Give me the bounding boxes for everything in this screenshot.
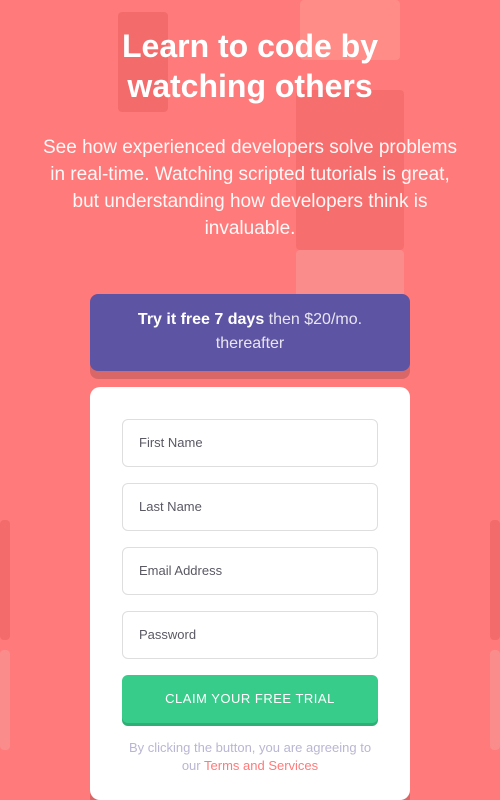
headline-line-2: watching others (127, 68, 373, 104)
page-title: Learn to code by watching others (30, 26, 470, 106)
terms-notice: By clicking the button, you are agreeing… (122, 739, 378, 775)
promo-text: Try it free 7 days then $20/mo. thereaft… (130, 308, 370, 356)
trial-promo-banner: Try it free 7 days then $20/mo. thereaft… (90, 294, 410, 371)
promo-strong-text: Try it free 7 days (137, 311, 265, 329)
main-content: Learn to code by watching others See how… (0, 0, 500, 800)
headline-line-1: Learn to code by (121, 28, 379, 64)
terms-link[interactable]: Terms and Services (204, 758, 318, 773)
signup-form: CLAIM YOUR FREE TRIAL By clicking the bu… (90, 386, 410, 800)
last-name-field[interactable] (122, 482, 378, 531)
page-description: See how experienced developers solve pro… (42, 137, 458, 239)
claim-free-trial-button[interactable]: CLAIM YOUR FREE TRIAL (122, 674, 378, 723)
first-name-field[interactable] (122, 418, 378, 467)
password-field[interactable] (122, 610, 378, 659)
email-field[interactable] (122, 546, 378, 595)
